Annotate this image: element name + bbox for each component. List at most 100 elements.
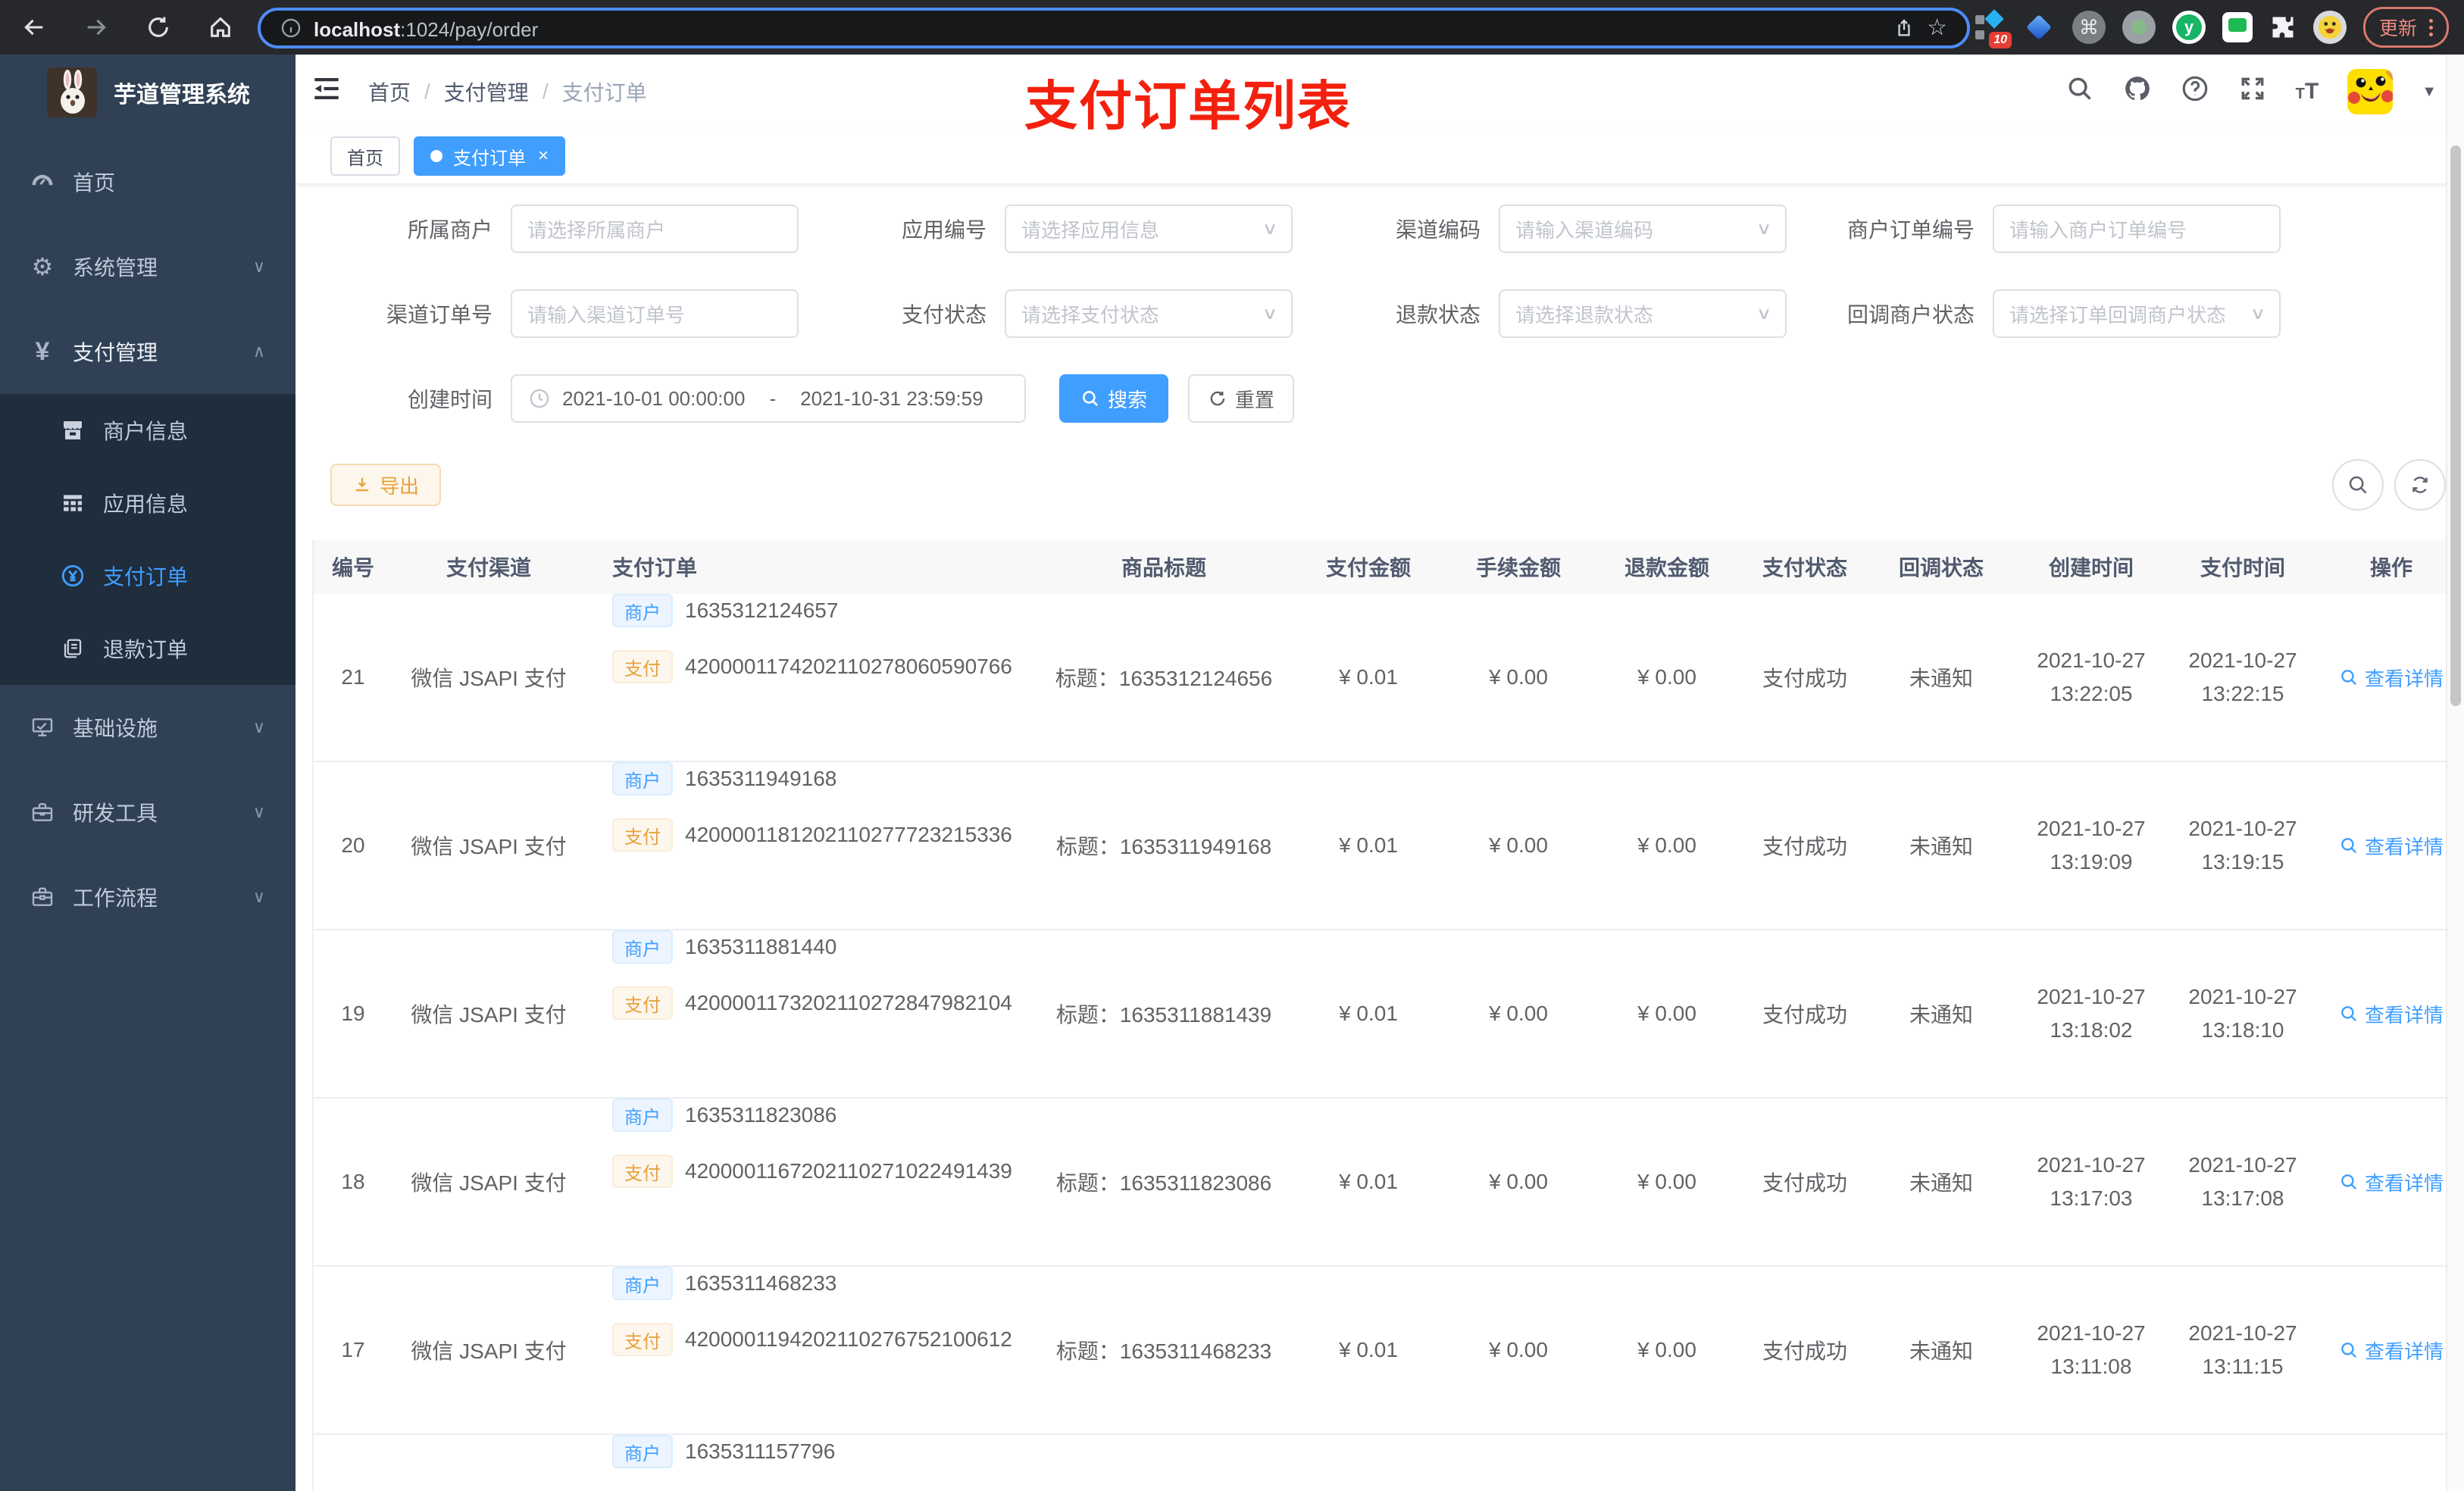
caret-down-icon[interactable]: ▼ [2422, 83, 2437, 101]
notify-status-select[interactable]: 请选择订单回调商户状态 ∨ [1993, 289, 2281, 338]
document-copy-icon [58, 637, 88, 660]
breadcrumb-pay-order: 支付订单 [561, 81, 647, 105]
forward-icon[interactable] [83, 14, 109, 40]
table-row: 20 微信 JSAPI 支付 商户 1635311949168 支付 4200001… [314, 762, 2464, 930]
view-detail-link[interactable]: 查看详情 [2339, 832, 2444, 860]
toolbox-icon [27, 800, 58, 824]
chevron-down-icon: ∨ [252, 887, 265, 906]
refresh-button[interactable] [2394, 459, 2446, 511]
payment-submenu: 商户信息 应用信息 支付订单 退款订单 [0, 394, 295, 685]
extension-chat-icon[interactable] [2222, 12, 2253, 42]
magnifier-icon [2341, 1006, 2357, 1022]
reset-button[interactable]: 重置 [1188, 374, 1294, 423]
magnifier-icon [2341, 670, 2357, 686]
toggle-search-button[interactable] [2332, 459, 2384, 511]
annotation-title: 支付订单列表 [1024, 77, 1352, 136]
merchant-order-no-input[interactable]: 请输入商户订单编号 [1993, 205, 2281, 253]
monitor-icon [27, 715, 58, 739]
table-row: 21 微信 JSAPI 支付 商户 1635312124657 支付 4200001… [314, 594, 2464, 762]
briefcase-icon [27, 885, 58, 909]
search-button[interactable]: 搜索 [1059, 374, 1168, 423]
screen: localhost:1024/pay/order ☆ 10 ⌘ y 更新 芋道管… [0, 0, 2464, 1491]
sidebar-item-merchant-info[interactable]: 商户信息 [0, 394, 295, 467]
scrollbar-thumb[interactable] [2450, 145, 2461, 706]
help-icon[interactable] [2181, 74, 2209, 109]
sidebar-item-dev-tools[interactable]: 研发工具 ∨ [0, 770, 295, 855]
merchant-tag: 商户 [612, 1435, 673, 1468]
vertical-scrollbar[interactable] [2446, 55, 2464, 1491]
breadcrumb-payment[interactable]: 支付管理 [444, 77, 529, 107]
profile-avatar-icon[interactable] [2312, 11, 2347, 44]
refund-status-select[interactable]: 请选择退款状态 ∨ [1499, 289, 1787, 338]
sidebar-item-pay-order[interactable]: 支付订单 [0, 539, 295, 612]
breadcrumb-home[interactable]: 首页 [368, 77, 411, 107]
extension-recorder-icon[interactable] [2122, 11, 2156, 44]
pay-tag: 支付 [612, 1155, 673, 1188]
yen-icon: ¥ [35, 336, 50, 366]
site-info-icon[interactable] [280, 17, 302, 39]
pay-status-select[interactable]: 请选择支付状态 ∨ [1005, 289, 1293, 338]
channel-code-select[interactable]: 请输入渠道编码 ∨ [1499, 205, 1787, 253]
search-icon[interactable] [2065, 74, 2094, 109]
merchant-tag: 商户 [612, 930, 673, 964]
view-detail-link[interactable]: 查看详情 [2339, 1000, 2444, 1028]
magnifier-icon [2341, 1174, 2357, 1190]
browser-menu-icon[interactable] [2429, 18, 2433, 36]
tag-home[interactable]: 首页 [330, 136, 400, 176]
merchant-tag: 商户 [612, 1267, 673, 1300]
export-button[interactable]: 导出 [330, 464, 441, 506]
date-range-picker[interactable]: 2021-10-01 00:00:00 - 2021-10-31 23:59:5… [511, 374, 1026, 423]
share-icon[interactable] [1893, 17, 1915, 39]
sidebar-item-payment[interactable]: ¥ 支付管理 ∧ [0, 309, 295, 394]
magnifier-icon [2341, 1343, 2357, 1358]
bookmark-star-icon[interactable]: ☆ [1927, 17, 1947, 39]
sidebar-item-system[interactable]: ⚙ 系统管理 ∨ [0, 224, 295, 309]
sidebar-item-workflow[interactable]: 工作流程 ∨ [0, 855, 295, 939]
merchant-tag: 商户 [612, 1099, 673, 1132]
user-avatar[interactable] [2347, 69, 2394, 114]
extension-kite-icon[interactable] [2022, 11, 2056, 44]
extension-command-icon[interactable]: ⌘ [2072, 11, 2106, 44]
back-icon[interactable] [21, 14, 47, 40]
github-icon[interactable] [2123, 74, 2152, 109]
reload-icon[interactable] [145, 14, 171, 40]
font-size-icon[interactable]: TT [2296, 79, 2319, 105]
view-detail-link[interactable]: 查看详情 [2339, 1336, 2444, 1364]
pay-tag: 支付 [612, 986, 673, 1020]
merchant-tag: 商户 [612, 762, 673, 796]
extension-sidekick-icon[interactable]: 10 [1972, 9, 2012, 48]
download-icon [355, 477, 369, 492]
merchant-tag: 商户 [612, 594, 673, 627]
filter-channel-order-no: 渠道订单号 请输入渠道订单号 [341, 289, 799, 338]
sidebar-item-infrastructure[interactable]: 基础设施 ∨ [0, 685, 295, 770]
fullscreen-icon[interactable] [2238, 74, 2267, 109]
logo-rabbit-image [47, 67, 97, 117]
chevron-down-icon: ∨ [1756, 304, 1772, 323]
app-select[interactable]: 请选择应用信息 ∨ [1005, 205, 1293, 253]
pay-tag: 支付 [612, 650, 673, 683]
gear-icon: ⚙ [31, 253, 54, 280]
sidebar-item-home[interactable]: 首页 [0, 139, 295, 224]
close-icon[interactable]: × [538, 145, 549, 167]
extensions-puzzle-icon[interactable] [2269, 14, 2297, 41]
store-icon [58, 418, 88, 442]
home-icon[interactable] [208, 14, 233, 40]
app-logo: 芋道管理系统 [0, 55, 295, 130]
tag-pay-order[interactable]: 支付订单 × [414, 136, 566, 176]
filter-channel-code: 渠道编码 请输入渠道编码 ∨ [1329, 205, 1787, 253]
merchant-input[interactable]: 请选择所属商户 [511, 205, 799, 253]
browser-update-button[interactable]: 更新 [2362, 7, 2449, 48]
table-row: 18 微信 JSAPI 支付 商户 1635311823086 支付 4200001… [314, 1099, 2464, 1267]
address-bar[interactable]: localhost:1024/pay/order ☆ [258, 8, 1970, 48]
view-detail-link[interactable]: 查看详情 [2339, 1168, 2444, 1196]
table-row: 19 微信 JSAPI 支付 商户 1635311881440 支付 4200001… [314, 930, 2464, 1099]
sidebar-item-app-info[interactable]: 应用信息 [0, 467, 295, 539]
sidebar-item-refund-order[interactable]: 退款订单 [0, 612, 295, 685]
channel-order-no-input[interactable]: 请输入渠道订单号 [511, 289, 799, 338]
pay-tag: 支付 [612, 1323, 673, 1356]
url-path: :1024/pay/order [400, 17, 539, 41]
view-detail-link[interactable]: 查看详情 [2339, 664, 2444, 692]
collapse-sidebar-icon[interactable] [311, 73, 342, 111]
extension-y-icon[interactable]: y [2172, 11, 2206, 44]
grid-icon [58, 491, 88, 515]
